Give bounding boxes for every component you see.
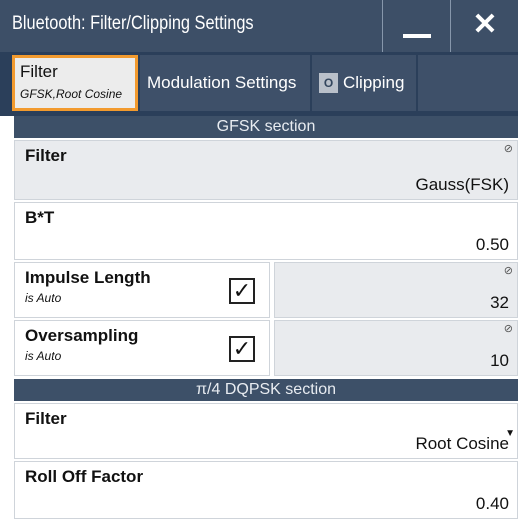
tab-filter-label: Filter (20, 62, 58, 81)
tab-clipping[interactable]: O Clipping (312, 55, 416, 111)
impulse-length-auto-label: is Auto (25, 291, 62, 305)
tab-clipping-label: Clipping (343, 73, 405, 92)
dqpsk-section-header: π/4 DQPSK section (14, 379, 518, 401)
oversampling-auto-label: is Auto (25, 349, 62, 363)
bt-field[interactable]: B*T 0.50 (14, 202, 518, 260)
oversampling-value-field: ⊘ 10 (274, 320, 518, 376)
impulse-length-value: 32 (490, 293, 509, 312)
impulse-length-label: Impulse Length (25, 268, 151, 287)
window-title: Bluetooth: Filter/Clipping Settings (12, 13, 254, 34)
tab-filter-sublabel: GFSK,Root Cosine (20, 87, 123, 101)
tab-modulation-label: Modulation Settings (147, 73, 297, 92)
gfsk-section-header: GFSK section (14, 116, 518, 138)
bt-value: 0.50 (475, 235, 509, 254)
minimize-button[interactable] (382, 0, 450, 52)
minimize-icon (403, 34, 431, 38)
tab-modulation-settings[interactable]: Modulation Settings (140, 55, 310, 111)
oversampling-auto-checkbox[interactable]: ✓ (229, 336, 255, 362)
dqpsk-filter-label: Filter (25, 409, 67, 428)
roll-off-factor-label: Roll Off Factor (25, 467, 144, 486)
tab-bar: Filter GFSK,Root Cosine Modulation Setti… (0, 52, 518, 116)
bt-label: B*T (25, 208, 55, 227)
impulse-length-auto-field[interactable]: Impulse Length is Auto ✓ (14, 262, 270, 318)
clipping-state-indicator: O (319, 73, 338, 93)
gfsk-filter-value: Gauss(FSK) (415, 175, 509, 194)
title-bar: Bluetooth: Filter/Clipping Settings ✕ (0, 0, 518, 52)
roll-off-factor-value: 0.40 (475, 494, 509, 513)
gfsk-filter-label: Filter (25, 146, 67, 165)
gfsk-filter-field: Filter ⊘ Gauss(FSK) (14, 140, 518, 200)
tab-filter[interactable]: Filter GFSK,Root Cosine (12, 55, 138, 111)
readonly-icon: ⊘ (503, 265, 513, 277)
oversampling-label: Oversampling (25, 326, 139, 345)
oversampling-auto-field[interactable]: Oversampling is Auto ✓ (14, 320, 270, 376)
impulse-length-value-field: ⊘ 32 (274, 262, 518, 318)
close-icon: ✕ (472, 8, 498, 41)
tab-empty (418, 55, 518, 111)
impulse-length-auto-checkbox[interactable]: ✓ (229, 278, 255, 304)
dqpsk-filter-value: Root Cosine (415, 434, 509, 453)
settings-panel: GFSK section Filter ⊘ Gauss(FSK) B*T 0.5… (0, 116, 518, 526)
oversampling-value: 10 (490, 351, 509, 370)
readonly-icon: ⊘ (503, 323, 513, 335)
close-button[interactable]: ✕ (450, 0, 518, 52)
readonly-icon: ⊘ (503, 143, 513, 155)
roll-off-factor-field[interactable]: Roll Off Factor 0.40 (14, 461, 518, 519)
dqpsk-filter-dropdown[interactable]: Filter ▼ Root Cosine (14, 403, 518, 459)
